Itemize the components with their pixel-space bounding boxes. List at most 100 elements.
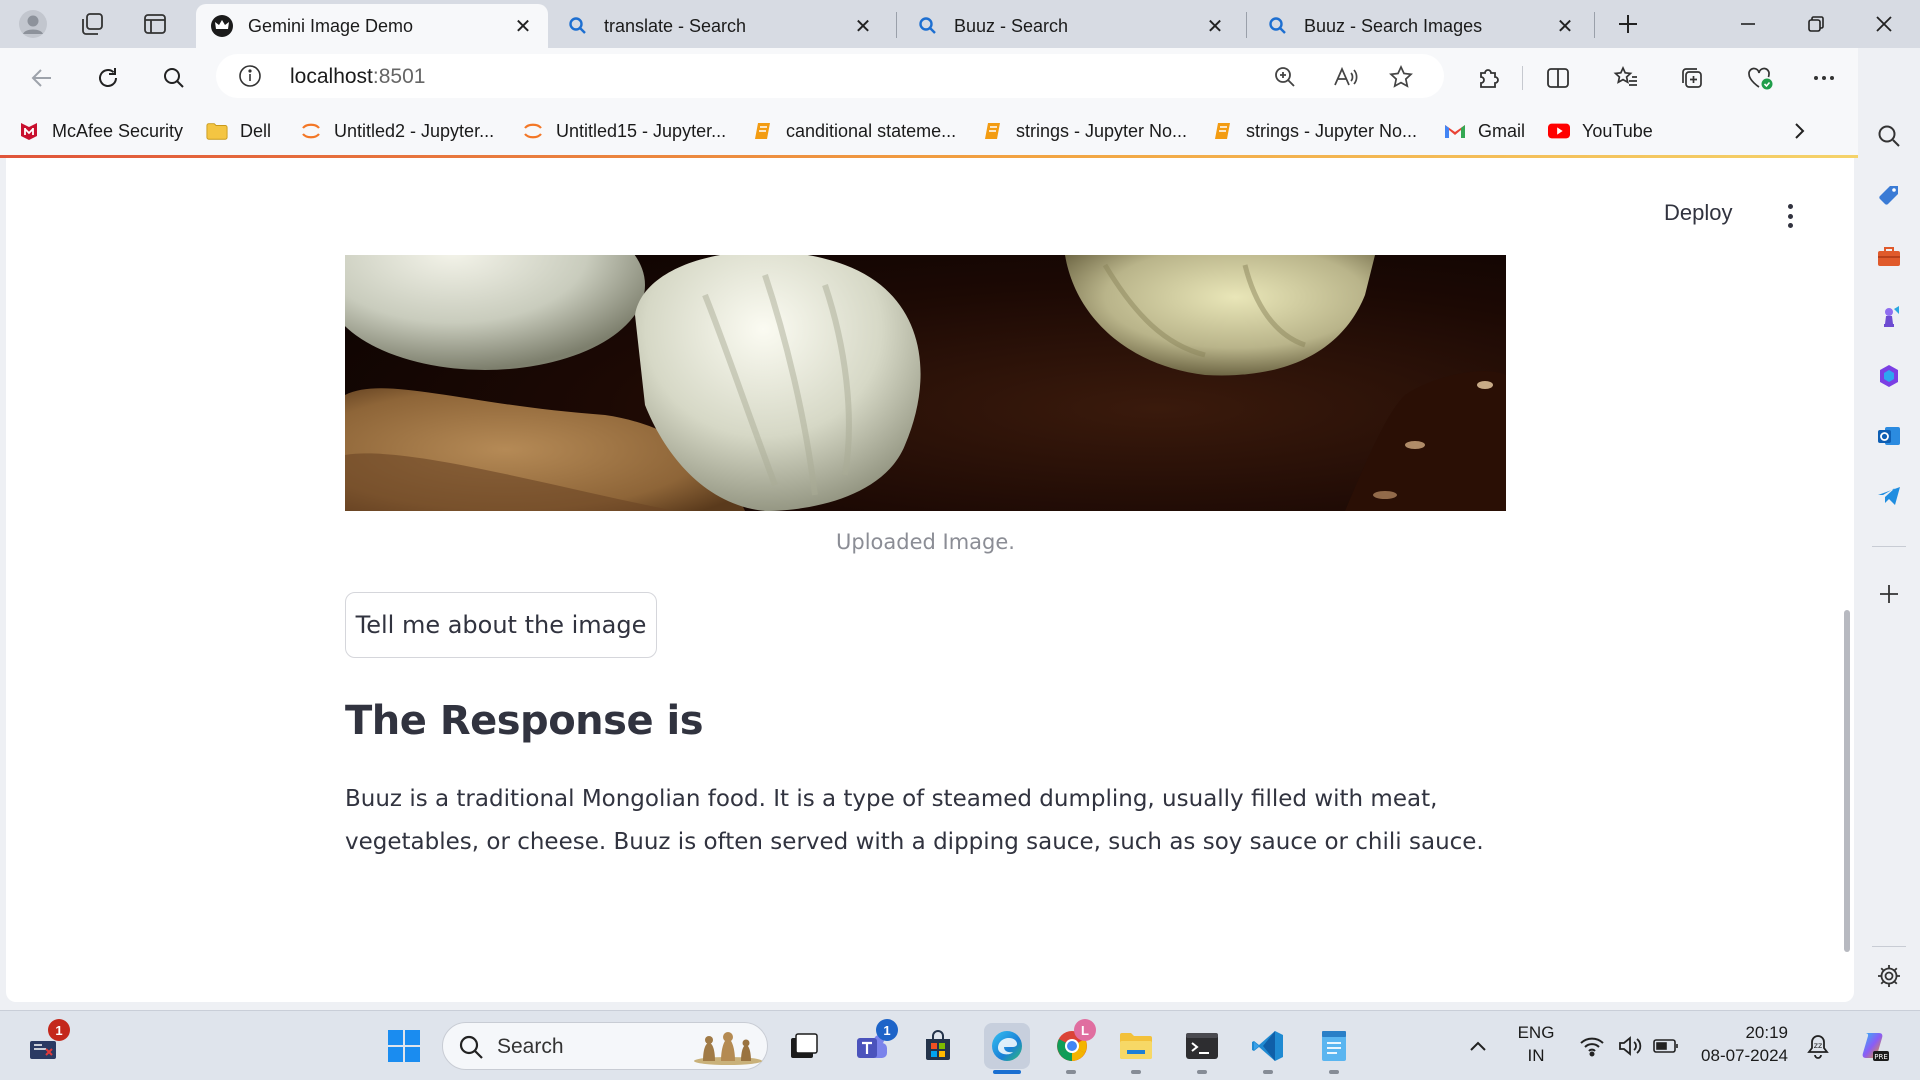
scrollbar-thumb[interactable]	[1844, 610, 1850, 952]
search-icon	[457, 1033, 485, 1061]
settings-gear-icon[interactable]	[1873, 960, 1905, 992]
running-app-indicator	[1066, 1070, 1076, 1074]
volume-icon[interactable]	[1610, 1026, 1650, 1066]
search-placeholder: Search	[497, 1035, 564, 1058]
taskbar-search-box[interactable]: Search	[442, 1022, 768, 1070]
close-tab-icon[interactable]: ✕	[852, 14, 874, 39]
close-tab-icon[interactable]: ✕	[1204, 14, 1226, 39]
send-telegram-icon[interactable]	[1873, 480, 1905, 512]
tab-title: Buuz - Search	[954, 15, 1069, 36]
close-tab-icon[interactable]: ✕	[1554, 14, 1576, 39]
edge-sidebar	[1858, 48, 1920, 1010]
search-highlight-meerkat-icon	[693, 1029, 763, 1065]
sidebar-search-icon[interactable]	[1873, 120, 1905, 152]
svg-text:zz: zz	[1814, 1041, 1822, 1050]
sidebar-divider	[1872, 946, 1906, 947]
restore-icon[interactable]	[1784, 0, 1848, 48]
search-icon[interactable]	[154, 58, 194, 98]
collections-icon[interactable]	[1672, 58, 1712, 98]
add-sidebar-app-icon[interactable]	[1873, 578, 1905, 610]
more-options-icon[interactable]	[1804, 58, 1844, 98]
tell-me-about-image-button[interactable]: Tell me about the image	[345, 592, 657, 658]
wifi-icon[interactable]	[1572, 1026, 1612, 1066]
favorite-star-icon[interactable]	[1388, 64, 1414, 90]
url-port: :8501	[372, 65, 426, 88]
tab-translate-search[interactable]: translate - Search ✕	[552, 4, 888, 48]
clock-time[interactable]: 20:19	[1692, 1023, 1788, 1043]
deploy-button[interactable]: Deploy	[1664, 200, 1732, 226]
svg-text:PRE: PRE	[1874, 1053, 1888, 1061]
vscode-icon[interactable]	[1248, 1026, 1288, 1066]
microsoft-store-icon[interactable]	[918, 1026, 958, 1066]
task-view-icon[interactable]	[784, 1026, 824, 1066]
microsoft365-icon[interactable]	[1873, 360, 1905, 392]
refresh-icon[interactable]	[88, 58, 128, 98]
notebook-icon	[752, 120, 774, 142]
copilot-preview-icon[interactable]: PRE	[1854, 1026, 1894, 1066]
read-aloud-icon[interactable]	[1332, 64, 1358, 90]
games-icon[interactable]	[1873, 300, 1905, 332]
sidebar-divider	[1872, 546, 1906, 547]
bookmark-label: strings - Jupyter No...	[1016, 120, 1188, 141]
jupyter-icon	[522, 120, 544, 142]
bookmark-mcafee[interactable]: McAfee Security	[18, 118, 183, 144]
extensions-icon[interactable]	[1468, 58, 1508, 98]
bookmark-untitled2[interactable]: Untitled2 - Jupyter...	[300, 118, 494, 144]
browser-essentials-icon[interactable]	[1740, 58, 1780, 98]
tab-title: Gemini Image Demo	[248, 15, 414, 36]
minimize-icon[interactable]	[1716, 0, 1780, 48]
tab-actions-icon[interactable]	[139, 8, 171, 40]
new-tab-icon[interactable]	[1612, 8, 1644, 40]
search-icon	[566, 14, 590, 38]
tab-title: translate - Search	[604, 15, 747, 36]
main-menu-icon[interactable]	[1780, 202, 1800, 230]
running-app-indicator	[1197, 1070, 1207, 1074]
notepad-icon[interactable]	[1314, 1026, 1354, 1066]
windows-taskbar: 1 Search 1 L ENG IN 20:19 08-07-2024 zz …	[0, 1010, 1920, 1080]
browser-toolbar: localhost:8501	[0, 48, 1920, 106]
address-bar[interactable]: localhost:8501	[216, 54, 1444, 98]
file-explorer-icon[interactable]	[1116, 1026, 1156, 1066]
language-line2[interactable]: IN	[1508, 1046, 1564, 1066]
battery-icon[interactable]	[1646, 1026, 1686, 1066]
outlook-icon[interactable]	[1873, 420, 1905, 452]
back-icon[interactable]	[22, 58, 62, 98]
clock-date[interactable]: 08-07-2024	[1692, 1046, 1788, 1066]
tab-buuz-search[interactable]: Buuz - Search ✕	[902, 4, 1240, 48]
bookmark-strings-2[interactable]: strings - Jupyter No...	[1212, 118, 1417, 144]
bookmark-strings-1[interactable]: strings - Jupyter No...	[982, 118, 1187, 144]
bookmark-conditional-statements[interactable]: canditional stateme...	[752, 118, 956, 144]
running-app-indicator	[1329, 1070, 1339, 1074]
search-icon	[1266, 14, 1290, 38]
response-text: Buuz is a traditional Mongolian food. It…	[345, 786, 1484, 855]
tab-gemini-image-demo[interactable]: Gemini Image Demo ✕	[196, 4, 548, 48]
tab-buuz-search-images[interactable]: Buuz - Search Images ✕	[1252, 4, 1590, 48]
url-host: localhost	[290, 65, 373, 88]
bookmark-untitled15[interactable]: Untitled15 - Jupyter...	[522, 118, 726, 144]
notification-bell-icon[interactable]: zz	[1798, 1026, 1838, 1066]
bookmark-youtube[interactable]: YouTube	[1548, 118, 1653, 144]
bookmark-label: Dell	[240, 120, 272, 141]
tools-briefcase-icon[interactable]	[1873, 240, 1905, 272]
shopping-tag-icon[interactable]	[1873, 180, 1905, 212]
tab-separator	[1246, 12, 1247, 38]
zoom-icon[interactable]	[1272, 64, 1298, 90]
windows-start-icon[interactable]	[384, 1026, 424, 1066]
terminal-icon[interactable]	[1182, 1026, 1222, 1066]
web-page: Deploy Uploaded Image. Tell me about the…	[6, 158, 1854, 1002]
close-tab-icon[interactable]: ✕	[512, 14, 534, 39]
profile-avatar-icon[interactable]	[17, 8, 49, 40]
bookmark-label: Gmail	[1478, 120, 1526, 141]
site-info-icon[interactable]	[238, 64, 262, 88]
chevron-right-icon[interactable]	[1784, 118, 1814, 144]
show-hidden-icons-chevron-up-icon[interactable]	[1458, 1026, 1498, 1066]
bookmark-label: McAfee Security	[52, 120, 184, 141]
workspaces-icon[interactable]	[76, 8, 108, 40]
language-line1[interactable]: ENG	[1508, 1023, 1564, 1043]
edge-browser-icon[interactable]	[984, 1023, 1030, 1069]
bookmark-gmail[interactable]: Gmail	[1444, 118, 1525, 144]
split-screen-icon[interactable]	[1538, 58, 1578, 98]
bookmark-dell[interactable]: Dell	[206, 118, 271, 144]
close-window-icon[interactable]	[1852, 0, 1916, 48]
favorites-icon[interactable]	[1606, 58, 1646, 98]
